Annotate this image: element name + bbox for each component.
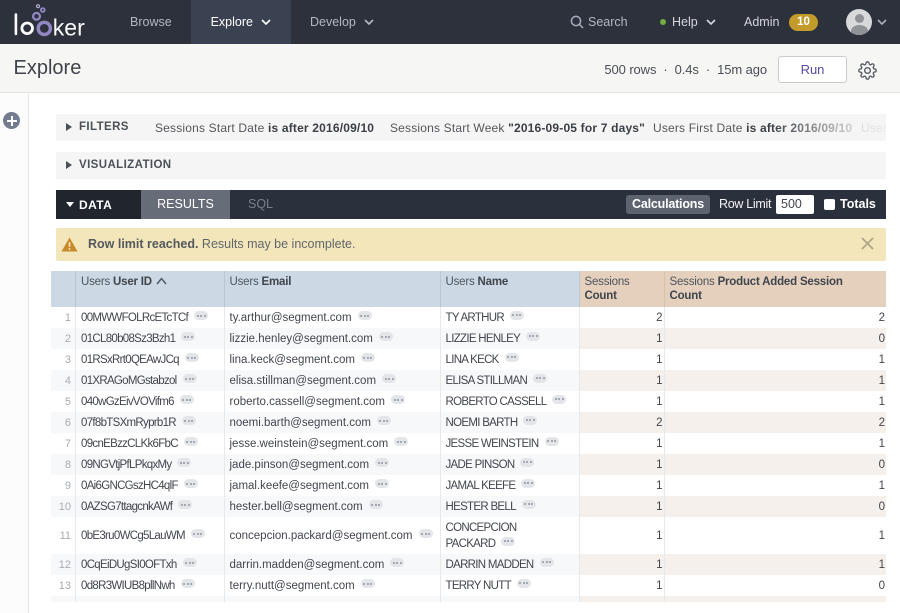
svg-text:ker: ker [53, 14, 85, 40]
